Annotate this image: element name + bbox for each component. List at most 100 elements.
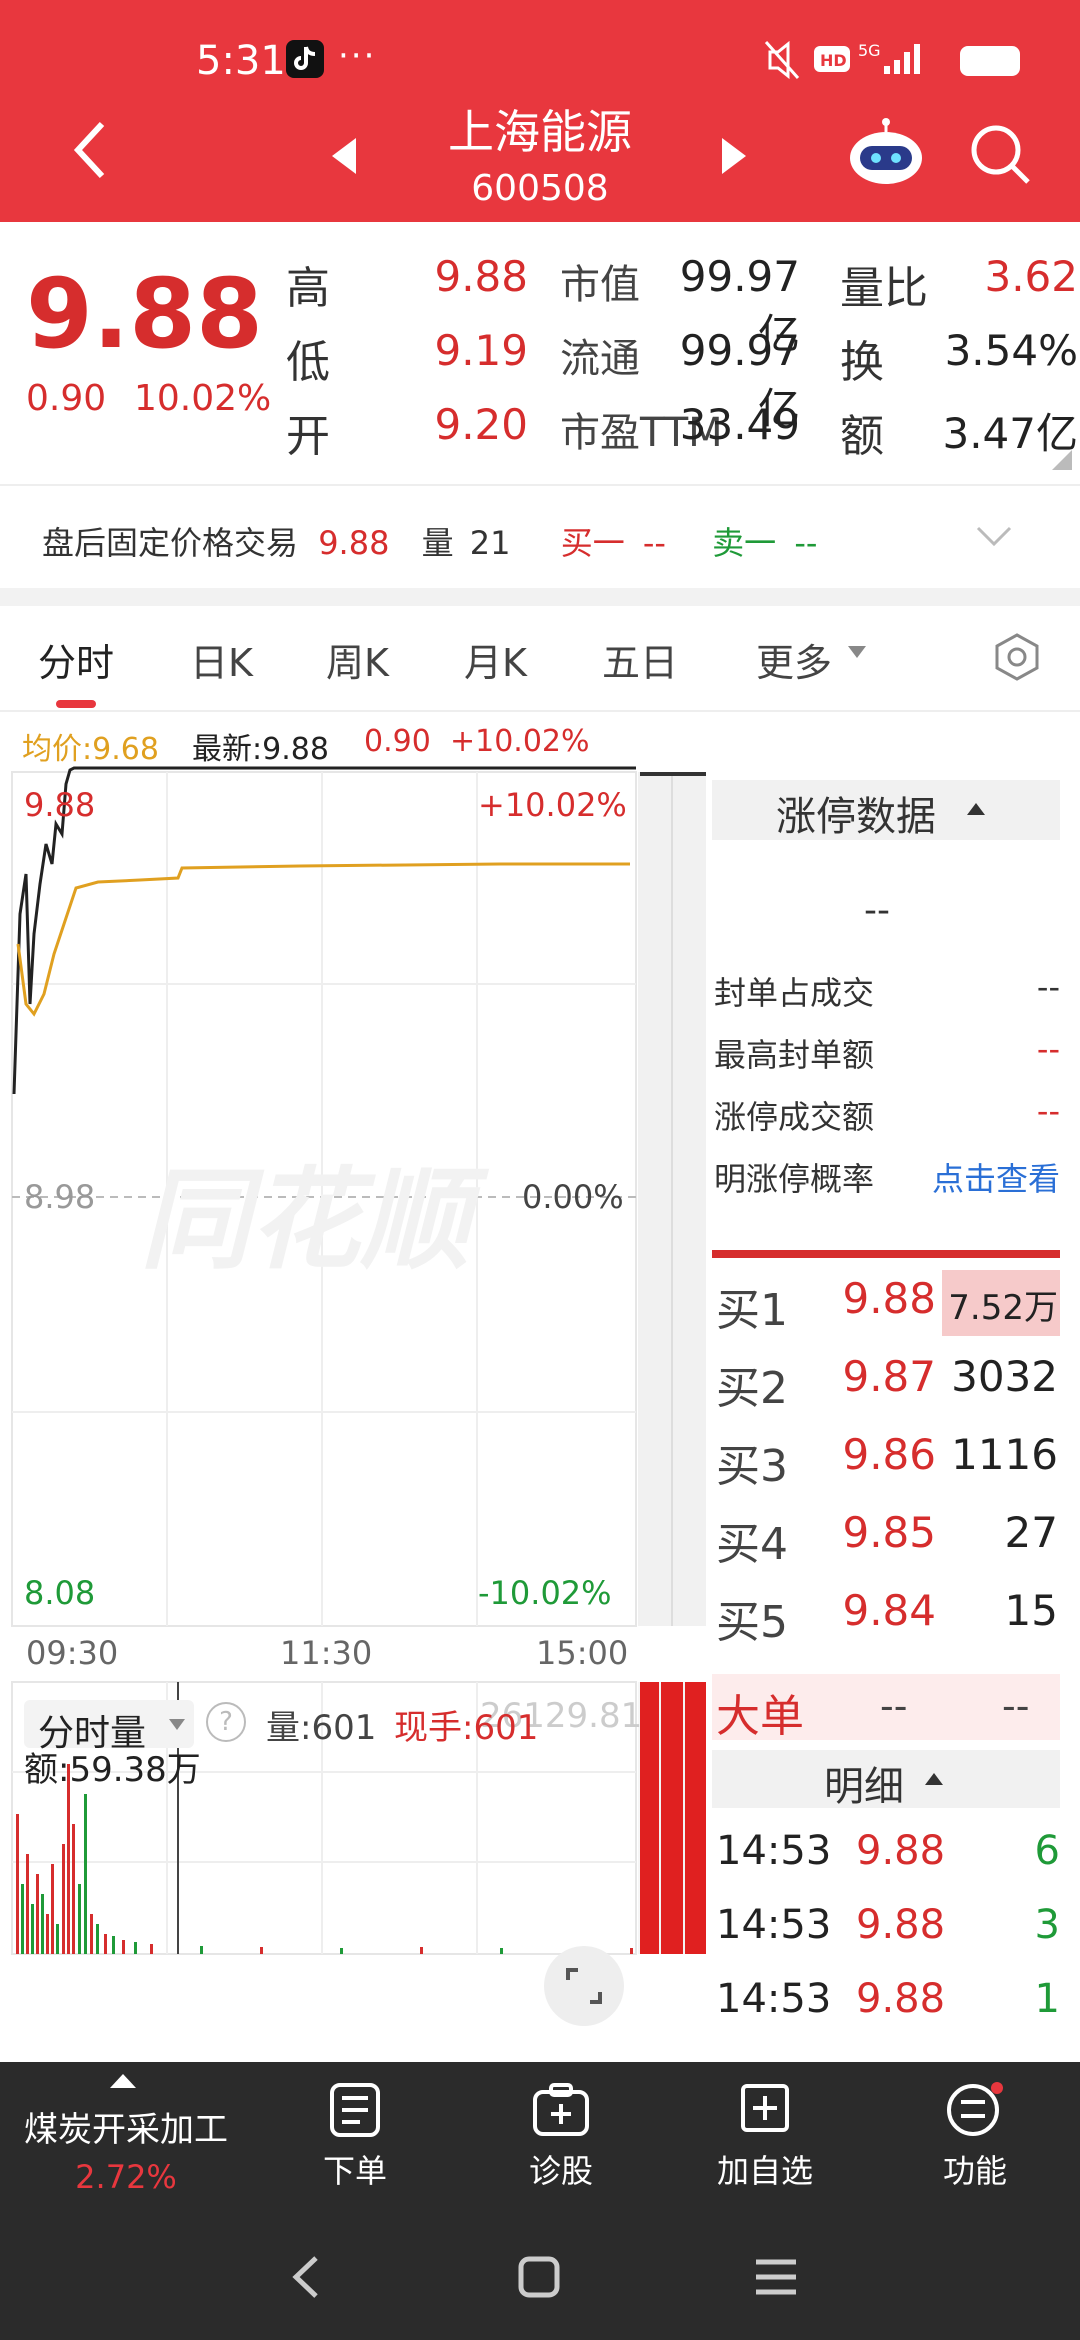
trade-volume: 1 [1034,1976,1060,2022]
tiktok-icon [286,40,324,78]
big-order-value-2: -- [1002,1684,1030,1728]
order-button[interactable]: 下单 [300,2082,410,2192]
stat-value: 33.49 [679,400,800,449]
stat-value: 9.20 [434,400,528,449]
bid-volume: 27 [1004,1508,1058,1557]
detail-title: 明细 [824,1764,904,1810]
latest-price-legend: 最新:9.88 [192,732,329,767]
bid-level-label: 买4 [716,1519,788,1570]
tab-0[interactable]: 分时 [38,632,114,687]
settings-hex-icon[interactable] [992,632,1042,682]
after-hours-volume-block [640,1682,706,1954]
notification-dot [991,2082,1003,2094]
dropdown-icon [169,1719,185,1730]
system-home-icon[interactable] [518,2256,560,2298]
diagnose-button[interactable]: 诊股 [506,2082,616,2192]
stat-value: 3.54% [944,326,1078,375]
collapse-icon [967,803,985,815]
volume-selector[interactable]: 分时量 [24,1700,194,1754]
amount-value: 额:59.38万 [24,1750,201,1790]
trade-volume: 3 [1034,1902,1060,1948]
stat-label: 量比 [840,263,928,314]
limit-up-row-label: 明涨停概率 [714,1160,875,1198]
collapse-icon [925,1773,943,1785]
functions-button[interactable]: 功能 [920,2082,1030,2192]
bid-price: 9.84 [842,1586,936,1635]
expand-chevron-icon[interactable] [974,524,1014,548]
limit-up-row-value: -- [1036,1092,1060,1130]
trade-time: 14:53 [716,1976,832,2022]
order-label: 下单 [322,2152,387,2190]
after-hours-buy-val: -- [642,524,666,562]
functions-label: 功能 [942,2152,1007,2190]
stat-label: 低 [286,337,330,388]
help-icon[interactable]: ? [206,1702,246,1742]
trade-price: 9.88 [856,1902,946,1948]
bid-price: 9.88 [842,1274,936,1323]
robot-assistant-icon[interactable] [846,118,926,192]
sector-name[interactable]: 煤炭开采加工 [16,2102,236,2151]
add-watchlist-icon [741,2084,789,2132]
limit-up-row-value: -- [1036,1030,1060,1068]
intraday-chart[interactable] [0,764,710,2064]
tab-2[interactable]: 周K [326,632,389,687]
trade-time: 14:53 [716,1828,832,1874]
bid-volume: 3032 [951,1352,1058,1401]
stat-label: 流通 [560,336,640,382]
watermark: 同花顺 [140,1156,470,1284]
system-back-icon[interactable] [290,2254,320,2300]
search-icon[interactable] [968,122,1032,190]
functions-icon [947,2082,1003,2136]
after-hours-buy-label: 买一 [560,524,625,562]
hd-icon: HD [814,46,850,72]
tab-3[interactable]: 月K [464,632,527,687]
avg-price-legend: 均价:9.68 [22,732,159,767]
big-order-row[interactable]: 大单 -- -- [712,1674,1060,1742]
after-hours-sell-val: -- [794,524,818,562]
diagnose-icon [533,2083,589,2136]
trade-price: 9.88 [856,1828,946,1874]
detail-header[interactable]: 明细 [712,1750,1060,1810]
after-hours-sell-label: 卖一 [712,524,777,562]
bid-volume: 7.52万 [948,1288,1058,1328]
more-dropdown-icon[interactable] [846,644,868,660]
limit-up-row-label: 封单占成交 [714,974,875,1012]
axis-time-end: 15:00 [536,1634,629,1672]
limit-up-row-value[interactable]: 点击查看 [860,1154,1060,1200]
expand-up-icon[interactable] [108,2072,138,2090]
after-hours-row[interactable]: 盘后固定价格交易 9.88 量 21 买一 -- 卖一 -- [42,518,817,564]
app-header: 5:31 ··· HD 5G 81 上海能源 600508 [0,0,1080,222]
next-stock-icon[interactable] [722,138,746,174]
active-tab-indicator [56,700,96,708]
fullscreen-icon[interactable] [544,1946,624,2026]
bid-level-label: 买5 [716,1597,788,1648]
diagnose-label: 诊股 [528,2152,593,2190]
big-order-value-1: -- [880,1684,908,1728]
axis-mid-pct: 0.00% [522,1178,624,1216]
stat-value: 9.88 [434,252,528,301]
system-navbar [0,2210,1080,2340]
change-legend: 0.90 [364,724,431,759]
stat-label: 高 [286,263,330,314]
limit-up-row-value: -- [1036,968,1060,1006]
tab-5[interactable]: 更多 [756,632,832,687]
avg-price-line [16,862,630,1017]
add-watchlist-button[interactable]: 加自选 [700,2082,830,2192]
tab-1[interactable]: 日K [190,632,253,687]
tab-4[interactable]: 五日 [602,632,678,687]
axis-top-pct: +10.02% [478,786,627,824]
current-price: 9.88 [26,258,263,370]
limit-up-header[interactable]: 涨停数据 [712,780,1060,840]
svg-text:5G: 5G [858,41,881,60]
bid-level-label: 买2 [716,1363,788,1414]
axis-bottom-price: 8.08 [24,1574,96,1612]
axis-bottom-pct: -10.02% [478,1574,612,1612]
system-menu-icon[interactable] [754,2258,798,2296]
limit-up-value: -- [864,890,890,931]
stat-label: 开 [286,411,330,462]
volume-value: 量:601 [266,1708,377,1748]
corner-marker-icon [1052,450,1072,470]
stat-value: 9.19 [434,326,528,375]
bid-price: 9.86 [842,1430,936,1479]
trade-time: 14:53 [716,1902,832,1948]
